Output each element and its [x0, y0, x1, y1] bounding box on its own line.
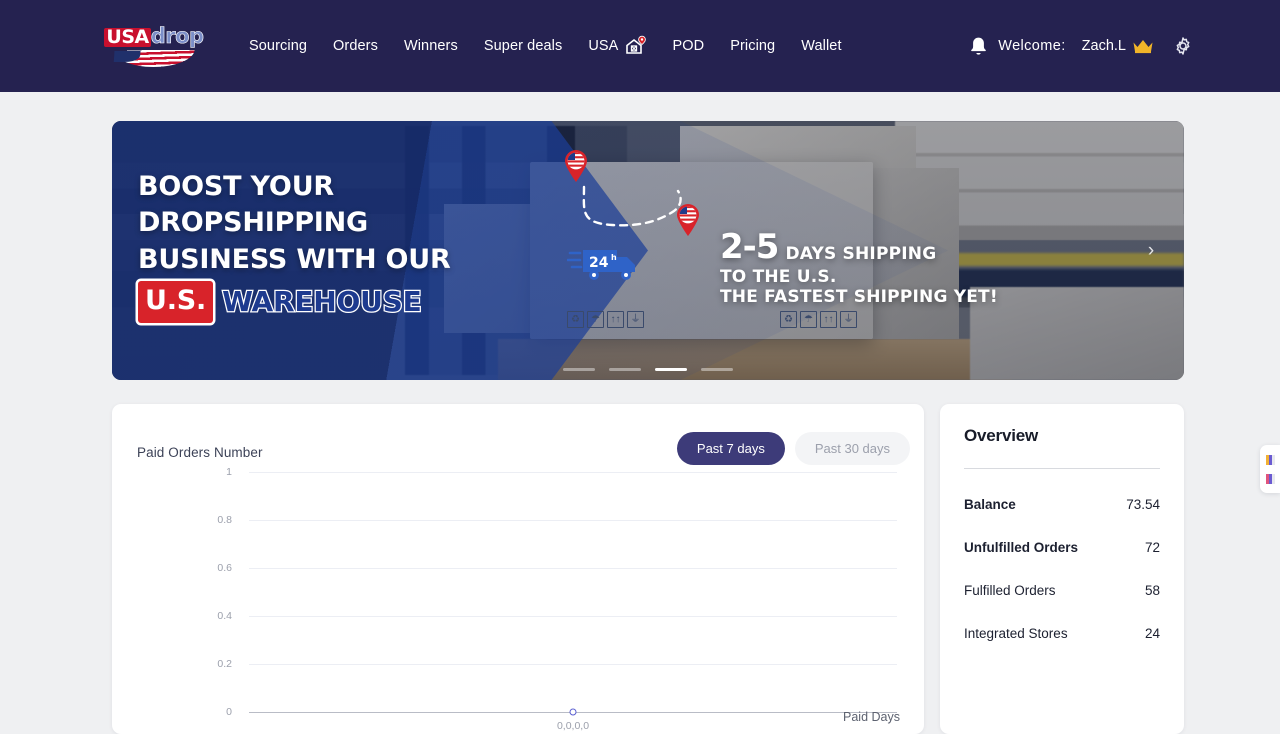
promo-line-3: THE FASTEST SHIPPING YET! — [720, 287, 998, 308]
banner-headline: BOOST YOUR DROPSHIPPING BUSINESS WITH OU… — [125, 169, 768, 323]
overview-value: 58 — [1144, 583, 1160, 598]
nav-label: Sourcing — [249, 38, 308, 54]
headline-warehouse-text: WAREHOUSE — [221, 284, 423, 319]
main-nav: Sourcing Orders Winners Super deals USA — [236, 29, 855, 63]
promo-banner-carousel[interactable]: 24 h ♻ ☂ ↑↑ ⏚ BOOST YOUR DROPSHIPPING BU… — [112, 121, 1184, 380]
welcome-label: Welcome: — [998, 38, 1066, 54]
overview-row-fulfilled-orders: Fulfilled Orders 58 — [964, 583, 1160, 598]
chart-gridline — [249, 568, 897, 569]
headline-line-2: DROPSHIPPING — [138, 207, 369, 239]
chart-y-tick-label: 0 — [226, 706, 232, 718]
logo-usa-text: USA — [104, 25, 151, 48]
header-right-cluster: Welcome: Zach.L — [969, 0, 1192, 92]
bell-icon[interactable] — [969, 35, 989, 57]
date-range-toggle: Past 7 days Past 30 days — [676, 432, 910, 465]
usadrop-logo[interactable]: USA drop — [104, 20, 204, 72]
chart-gridline — [249, 664, 897, 665]
headline-highlight-row: U.S. WAREHOUSE — [125, 281, 768, 323]
overview-divider — [964, 468, 1160, 469]
floating-help-widget[interactable] — [1260, 445, 1280, 493]
flag-swoosh-icon — [113, 49, 195, 67]
fragile-icon-2: ⏚ — [840, 311, 857, 328]
chart-y-axis-labels: 1 0.8 0.6 0.4 0.2 0 — [112, 466, 242, 718]
widget-item-1-icon[interactable] — [1265, 454, 1275, 465]
cargo-handling-icons-right: ♻ ☂ ↑↑ ⏚ — [780, 311, 857, 328]
nav-label: POD — [672, 38, 705, 54]
chart-y-tick-label: 0.8 — [217, 514, 232, 526]
chart-gridline — [249, 616, 897, 617]
recycle-icon-2: ♻ — [780, 311, 797, 328]
overview-title: Overview — [964, 426, 1039, 445]
nav-item-winners[interactable]: Winners — [391, 32, 471, 60]
overview-label: Integrated Stores — [964, 626, 1068, 641]
overview-label: Fulfilled Orders — [964, 583, 1056, 598]
carousel-dot-3[interactable] — [655, 368, 687, 371]
chart-y-tick-label: 0.6 — [217, 562, 232, 574]
carousel-dot-2[interactable] — [609, 368, 641, 371]
this-side-up-icon-2: ↑↑ — [820, 311, 837, 328]
promo-days-range: 2-5 — [720, 227, 779, 267]
chart-x-tick-label: 0,0,0,0 — [556, 720, 590, 732]
nav-item-orders[interactable]: Orders — [320, 32, 391, 60]
gear-icon[interactable] — [1174, 37, 1192, 55]
chart-y-tick-label: 0.2 — [217, 658, 232, 670]
top-header: USA drop Sourcing Orders Winners Super d… — [0, 0, 1280, 92]
widget-item-2-icon[interactable] — [1265, 473, 1275, 484]
past-30-days-button[interactable]: Past 30 days — [794, 432, 910, 465]
chart-y-tick-label: 0.4 — [217, 610, 232, 622]
promo-line-2: TO THE U.S. — [720, 267, 837, 288]
chart-gridline — [249, 520, 897, 521]
overview-value: 73.54 — [1126, 497, 1160, 512]
nav-label: Orders — [333, 38, 378, 54]
nav-item-super-deals[interactable]: Super deals — [471, 32, 576, 60]
chart-title: Paid Orders Number — [137, 445, 263, 460]
carousel-next-arrow-icon[interactable]: › — [1140, 240, 1162, 262]
paid-orders-chart-card: Paid Orders Number Past 7 days Past 30 d… — [112, 404, 924, 734]
nav-item-sourcing[interactable]: Sourcing — [236, 32, 320, 60]
carousel-dot-1[interactable] — [563, 368, 595, 371]
logo-text: USA drop — [104, 23, 204, 48]
nav-item-wallet[interactable]: Wallet — [788, 32, 854, 60]
chart-plot-area: 0,0,0,0 — [249, 472, 897, 732]
crown-icon — [1132, 38, 1154, 54]
nav-label: Super deals — [483, 38, 563, 54]
overview-row-balance: Balance 73.54 — [964, 497, 1160, 512]
headline-line-1: BOOST YOUR — [138, 171, 335, 202]
chart-gridline — [249, 472, 897, 473]
nav-item-pricing[interactable]: Pricing — [717, 32, 788, 60]
banner-promo-text: 2-5 DAYS SHIPPING TO THE U.S. THE FASTES… — [720, 227, 998, 307]
overview-row-integrated-stores: Integrated Stores 24 — [964, 626, 1160, 641]
umbrella-icon-2: ☂ — [800, 311, 817, 328]
overview-card: Overview Balance 73.54 Unfulfilled Order… — [940, 404, 1184, 734]
user-name[interactable]: Zach.L — [1082, 38, 1126, 54]
overview-label: Balance — [964, 497, 1016, 512]
carousel-indicators — [563, 368, 733, 371]
overview-value: 24 — [1144, 626, 1160, 641]
logo-drop-text: drop — [150, 23, 204, 48]
nav-label: Pricing — [730, 38, 776, 54]
carousel-dot-4[interactable] — [701, 368, 733, 371]
nav-item-pod[interactable]: POD — [659, 32, 717, 60]
overview-value: 72 — [1144, 540, 1160, 555]
warehouse-pin-icon — [624, 35, 647, 57]
nav-label: USA — [588, 38, 619, 54]
promo-days-shipping: DAYS SHIPPING — [785, 244, 937, 265]
overview-row-unfulfilled-orders: Unfulfilled Orders 72 — [964, 540, 1160, 555]
overview-label: Unfulfilled Orders — [964, 540, 1079, 555]
headline-line-3: BUSINESS WITH OUR — [138, 243, 451, 275]
past-7-days-button[interactable]: Past 7 days — [676, 432, 785, 465]
headline-us-badge: U.S. — [138, 281, 214, 323]
chart-x-axis-title: Paid Days — [843, 710, 900, 724]
nav-item-usa[interactable]: USA — [575, 29, 659, 63]
nav-label: Wallet — [801, 38, 842, 54]
chart-y-tick-label: 1 — [226, 466, 232, 478]
nav-label: Winners — [403, 38, 458, 54]
chart-data-point[interactable] — [569, 708, 577, 716]
